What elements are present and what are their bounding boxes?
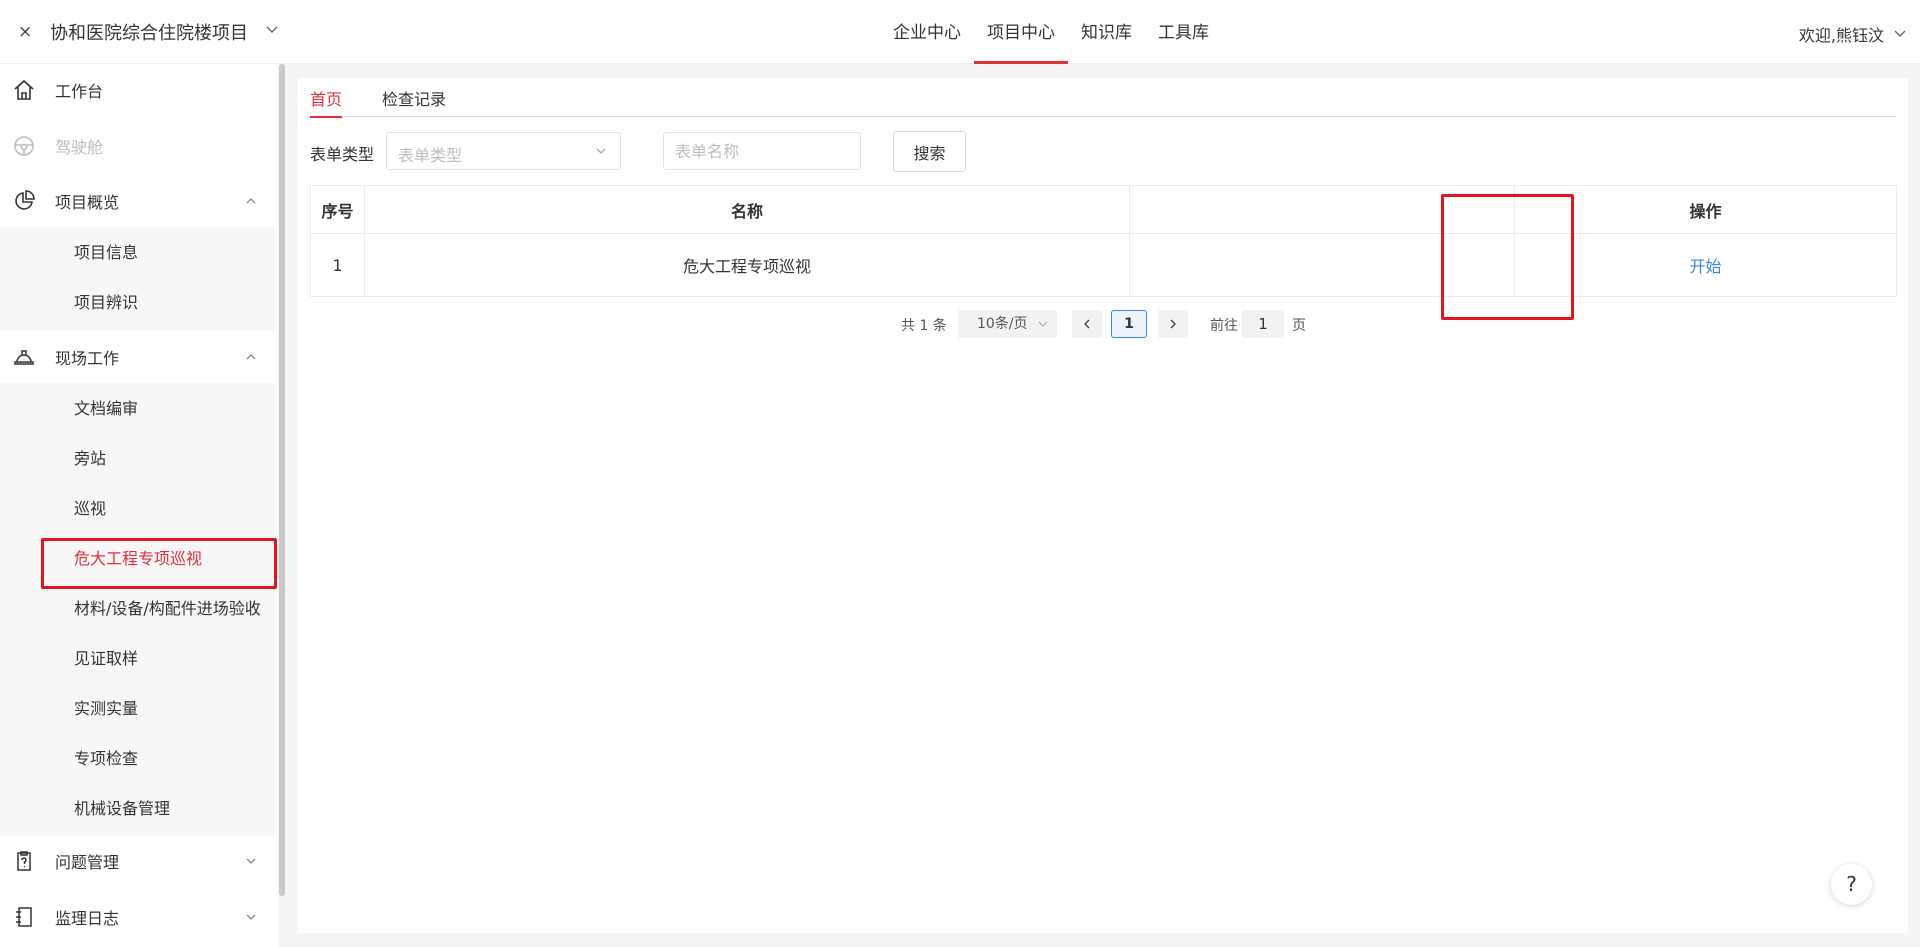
sidebar-item-witness-sampling[interactable]: 见证取样 <box>0 634 276 684</box>
chevron-down-icon <box>596 148 606 154</box>
sidebar-item-label: 现场工作 <box>55 349 120 368</box>
sidebar-item-cockpit[interactable]: 驾驶舱 <box>0 120 276 172</box>
tab-bar: 首页 检查记录 <box>310 78 1896 118</box>
sidebar-scrollbar-thumb[interactable] <box>279 64 285 896</box>
sidebar-item-project-overview[interactable]: 项目概览 <box>0 175 276 227</box>
nav-enterprise-center[interactable]: 企业中心 <box>880 0 974 64</box>
page-suffix-label: 页 <box>1292 318 1306 334</box>
column-header-blank <box>1129 185 1515 234</box>
next-page-button[interactable] <box>1158 310 1188 338</box>
sidebar-item-fieldwork[interactable]: 现场工作 <box>0 331 276 383</box>
chevron-up-icon <box>246 354 256 360</box>
top-nav: 企业中心 项目中心 知识库 工具库 <box>880 0 1222 64</box>
sidebar-item-major-hazard-patrol[interactable]: 危大工程专项巡视 <box>0 534 276 584</box>
sidebar: 工作台 驾驶舱 项目概览 项目信息 项目辨识 现场工作 文档编审 旁站 巡视 危… <box>0 64 285 947</box>
sidebar-item-label: 问题管理 <box>55 853 120 872</box>
sidebar-item-patrol[interactable]: 巡视 <box>0 484 276 534</box>
sidebar-item-label: 项目概览 <box>55 193 120 212</box>
steering-wheel-icon <box>14 136 34 156</box>
user-welcome[interactable]: 欢迎,熊钰汶 <box>1799 22 1884 46</box>
pie-chart-icon <box>15 190 35 210</box>
chevron-up-icon <box>246 198 256 204</box>
page-number-current[interactable]: 1 <box>1111 310 1147 338</box>
pagination: 共 1 条 10条/页 1 前往 页 <box>298 310 1908 338</box>
cell-name: 危大工程专项巡视 <box>364 233 1130 297</box>
sidebar-item-material-acceptance[interactable]: 材料/设备/构配件进场验收 <box>0 584 276 634</box>
home-icon <box>14 79 34 100</box>
notebook-icon <box>16 907 32 927</box>
prev-page-button[interactable] <box>1072 310 1102 338</box>
chevron-down-icon[interactable] <box>1892 25 1908 41</box>
chevron-right-icon <box>1170 319 1176 329</box>
nav-tool-library[interactable]: 工具库 <box>1145 0 1222 64</box>
form-type-label: 表单类型 <box>310 145 375 164</box>
form-name-input[interactable] <box>663 132 861 170</box>
sidebar-item-label: 监理日志 <box>55 909 120 928</box>
main-panel: 首页 检查记录 表单类型 表单类型 搜索 序号 名称 操作 1 <box>298 78 1908 933</box>
goto-page-input[interactable] <box>1242 310 1284 338</box>
chevron-down-icon[interactable] <box>264 21 280 37</box>
help-button[interactable]: ? <box>1831 864 1872 905</box>
project-title[interactable]: 协和医院综合住院楼项目 <box>50 19 248 45</box>
column-header-name: 名称 <box>364 185 1130 234</box>
start-link[interactable]: 开始 <box>1689 257 1721 276</box>
hard-hat-icon <box>14 350 34 365</box>
close-icon[interactable]: × <box>18 22 32 42</box>
sidebar-item-label: 工作台 <box>55 82 104 101</box>
top-bar: × 协和医院综合住院楼项目 企业中心 项目中心 知识库 工具库 欢迎,熊钰汶 <box>0 0 1920 64</box>
sidebar-item-supervision-log[interactable]: 监理日志 <box>0 891 276 943</box>
sidebar-item-side-station[interactable]: 旁站 <box>0 434 276 484</box>
sidebar-item-label: 驾驶舱 <box>55 138 104 157</box>
pagination-total: 共 1 条 <box>901 318 947 334</box>
chevron-down-icon <box>246 914 256 920</box>
clipboard-question-icon <box>17 851 31 871</box>
form-type-select[interactable]: 表单类型 <box>386 132 621 170</box>
chevron-left-icon <box>1084 319 1090 329</box>
column-header-action: 操作 <box>1514 185 1897 234</box>
sidebar-item-special-inspection[interactable]: 专项检查 <box>0 734 276 784</box>
nav-knowledge-base[interactable]: 知识库 <box>1068 0 1145 64</box>
sidebar-item-document-review[interactable]: 文档编审 <box>0 384 276 434</box>
chevron-down-icon <box>1038 321 1048 327</box>
tab-inspection-records[interactable]: 检查记录 <box>382 86 446 117</box>
search-button[interactable]: 搜索 <box>893 131 966 172</box>
cell-action: 开始 <box>1514 233 1897 297</box>
select-placeholder: 表单类型 <box>398 146 463 165</box>
sidebar-item-machinery-management[interactable]: 机械设备管理 <box>0 784 276 834</box>
sidebar-item-project-identification[interactable]: 项目辨识 <box>0 278 276 328</box>
sidebar-item-workbench[interactable]: 工作台 <box>0 64 276 116</box>
page-size-value: 10条/页 <box>977 316 1028 332</box>
cell-index: 1 <box>310 233 365 297</box>
nav-project-center[interactable]: 项目中心 <box>974 0 1068 64</box>
chevron-down-icon <box>246 858 256 864</box>
sidebar-item-project-info[interactable]: 项目信息 <box>0 228 276 278</box>
page-size-select[interactable]: 10条/页 <box>958 310 1057 338</box>
sidebar-item-measurement[interactable]: 实测实量 <box>0 684 276 734</box>
table-row: 1 危大工程专项巡视 开始 <box>310 233 1897 297</box>
tab-home[interactable]: 首页 <box>310 86 343 118</box>
form-table: 序号 名称 操作 1 危大工程专项巡视 开始 <box>310 185 1897 297</box>
table-header-row: 序号 名称 操作 <box>310 185 1897 234</box>
sidebar-item-issue-management[interactable]: 问题管理 <box>0 835 276 887</box>
column-header-index: 序号 <box>310 185 365 234</box>
sidebar-menu: 工作台 驾驶舱 项目概览 项目信息 项目辨识 现场工作 文档编审 旁站 巡视 危… <box>0 64 276 947</box>
goto-label: 前往 <box>1210 318 1238 334</box>
cell-blank <box>1129 233 1515 297</box>
